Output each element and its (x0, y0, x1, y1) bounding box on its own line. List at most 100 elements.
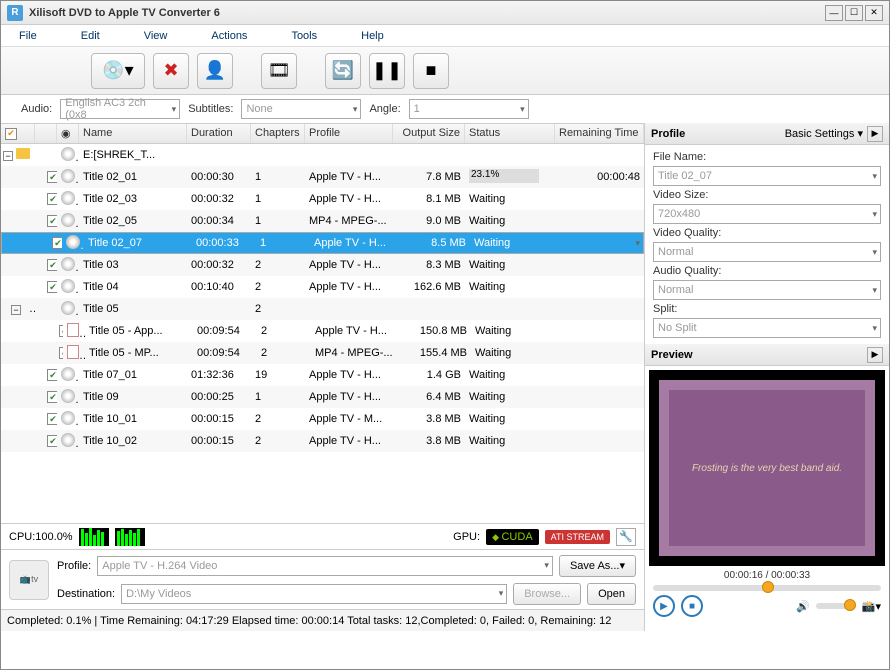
table-row[interactable]: − E:[SHREK_T... (1, 144, 644, 166)
filename-input[interactable]: Title 02_07 (653, 166, 881, 186)
preview-slider[interactable] (653, 585, 881, 591)
menu-tools[interactable]: Tools (291, 30, 317, 42)
close-button[interactable]: ✕ (865, 5, 883, 21)
menu-file[interactable]: File (19, 30, 37, 42)
table-row[interactable]: − Title 052 (1, 298, 644, 320)
app-logo-icon: R (7, 5, 23, 21)
collapse-icon[interactable]: − (3, 151, 13, 161)
cell-chapters: 2 (251, 281, 305, 293)
profile-panel-header: Profile Basic Settings ▾ ▶ (645, 123, 889, 145)
user-button[interactable]: 👤 (197, 53, 233, 89)
stop-preview-button[interactable]: ■ (681, 595, 703, 617)
angle-select[interactable]: 1 (409, 99, 529, 119)
cell-name: Title 02_07 (84, 237, 192, 249)
destination-label: Destination: (57, 588, 115, 600)
col-profile[interactable]: Profile (305, 124, 393, 143)
cell-status: Waiting (465, 215, 555, 227)
browse-button[interactable]: Browse... (513, 583, 581, 605)
row-checkbox[interactable]: ✔ (47, 171, 57, 183)
filter-bar: Audio: English AC3 2ch (0x8 Subtitles: N… (1, 95, 889, 123)
row-checkbox[interactable]: ✔ (47, 215, 57, 227)
table-row[interactable]: ✔Title 02_0500:00:341MP4 - MPEG-...9.0 M… (1, 210, 644, 232)
row-checkbox[interactable]: ✔ (47, 281, 57, 293)
menu-help[interactable]: Help (361, 30, 384, 42)
profile-panel-title: Profile (651, 128, 785, 140)
table-row[interactable]: ✔Title 07_0101:32:3619Apple TV - H...1.4… (1, 364, 644, 386)
save-as-button[interactable]: Save As... ▾ (559, 555, 636, 577)
table-row[interactable]: ✔Title 05 - App...00:09:542Apple TV - H.… (1, 320, 644, 342)
col-chapters[interactable]: Chapters (251, 124, 305, 143)
menu-view[interactable]: View (144, 30, 168, 42)
cell-size: 8.1 MB (393, 193, 465, 205)
cell-profile: Apple TV - H... (310, 237, 398, 249)
disc-icon (61, 279, 75, 293)
convert-button[interactable]: 🔄 (325, 53, 361, 89)
stop-button[interactable]: ■ (413, 53, 449, 89)
cell-chapters: 1 (251, 391, 305, 403)
col-duration[interactable]: Duration (187, 124, 251, 143)
cell-chapters: 2 (251, 259, 305, 271)
cell-duration: 00:00:30 (187, 171, 251, 183)
table-row[interactable]: ✔Title 02_0300:00:321Apple TV - H...8.1 … (1, 188, 644, 210)
col-status[interactable]: Status (465, 124, 555, 143)
cpu-bar: CPU:100.0% GPU: ◆ CUDA ATI STREAM 🔧 (1, 523, 644, 549)
destination-select[interactable]: D:\My Videos (121, 584, 507, 604)
audio-select[interactable]: English AC3 2ch (0x8 (60, 99, 180, 119)
split-select[interactable]: No Split (653, 318, 881, 338)
audio-quality-select[interactable]: Normal (653, 280, 881, 300)
preview-video[interactable]: Frosting is the very best band aid. (649, 370, 885, 566)
menu-edit[interactable]: Edit (81, 30, 100, 42)
row-checkbox[interactable]: ✔ (47, 391, 57, 403)
col-remaining[interactable]: Remaining Time (555, 124, 644, 143)
col-output-size[interactable]: Output Size (393, 124, 465, 143)
table-row[interactable]: ✔Title 10_0200:00:152Apple TV - H...3.8 … (1, 430, 644, 452)
table-row[interactable]: ✔Title 05 - MP...00:09:542MP4 - MPEG-...… (1, 342, 644, 364)
cell-profile: Apple TV - H... (305, 259, 393, 271)
profile-select[interactable]: Apple TV - H.264 Video (97, 556, 553, 576)
disc-icon (61, 169, 75, 183)
add-clip-button[interactable]: 🎞 (261, 53, 297, 89)
cuda-badge: ◆ CUDA (486, 529, 539, 545)
open-button[interactable]: Open (587, 583, 636, 605)
volume-slider[interactable] (816, 603, 856, 609)
row-checkbox[interactable]: ✔ (47, 369, 57, 381)
col-name[interactable]: Name (79, 124, 187, 143)
table-row[interactable]: ✔Title 0300:00:322Apple TV - H...8.3 MBW… (1, 254, 644, 276)
basic-settings-dropdown[interactable]: Basic Settings ▾ (785, 127, 863, 140)
cell-size: 150.8 MB (399, 325, 471, 337)
appletv-icon: 📺tv (9, 560, 49, 600)
collapse-icon[interactable]: − (11, 305, 21, 315)
row-checkbox[interactable]: ✔ (47, 413, 57, 425)
select-all-checkbox[interactable]: ✔ (5, 128, 17, 140)
panel-collapse-icon[interactable]: ▶ (867, 126, 883, 142)
table-row[interactable]: ✔Title 10_0100:00:152Apple TV - M...3.8 … (1, 408, 644, 430)
cell-status: Waiting (465, 435, 555, 447)
snapshot-icon[interactable]: 📸▾ (862, 600, 881, 613)
cell-name: Title 10_02 (79, 435, 187, 447)
table-row[interactable]: ✔Title 02_0100:00:301Apple TV - H...7.8 … (1, 166, 644, 188)
video-quality-select[interactable]: Normal (653, 242, 881, 262)
play-button[interactable]: ▶ (653, 595, 675, 617)
maximize-button[interactable]: ☐ (845, 5, 863, 21)
row-checkbox[interactable]: ✔ (47, 193, 57, 205)
menu-actions[interactable]: Actions (211, 30, 247, 42)
row-checkbox[interactable]: ✔ (47, 259, 57, 271)
row-checkbox[interactable]: ✔ (52, 237, 62, 249)
settings-icon[interactable]: 🔧 (616, 528, 636, 546)
minimize-button[interactable]: — (825, 5, 843, 21)
cell-size: 3.8 MB (393, 435, 465, 447)
preview-collapse-icon[interactable]: ▶ (867, 347, 883, 363)
cell-duration: 01:32:36 (187, 369, 251, 381)
delete-button[interactable]: ✖ (153, 53, 189, 89)
videosize-select[interactable]: 720x480 (653, 204, 881, 224)
table-row[interactable]: ✔Title 0900:00:251Apple TV - H...6.4 MBW… (1, 386, 644, 408)
subtitles-select[interactable]: None (241, 99, 361, 119)
add-disc-button[interactable]: 💿▾ (91, 53, 145, 89)
table-row[interactable]: ✔Title 02_0700:00:331Apple TV - H...8.5 … (1, 232, 644, 254)
pause-button[interactable]: ❚❚ (369, 53, 405, 89)
row-checkbox[interactable]: ✔ (47, 435, 57, 447)
cell-status: Waiting (465, 369, 555, 381)
volume-icon[interactable]: 🔊 (796, 600, 810, 613)
table-row[interactable]: ✔Title 0400:10:402Apple TV - H...162.6 M… (1, 276, 644, 298)
disc-icon (61, 411, 75, 425)
